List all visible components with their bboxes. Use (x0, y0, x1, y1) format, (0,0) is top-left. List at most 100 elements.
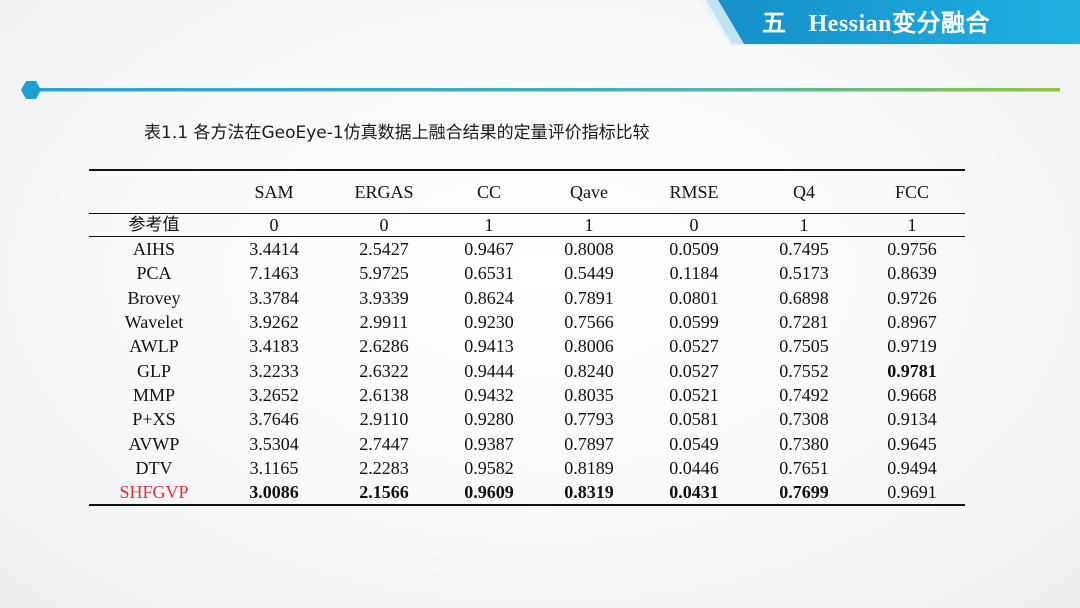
table-cell: 3.4414 (249, 239, 299, 260)
table-cell: 0.9230 (464, 312, 514, 333)
reference-value: 0 (219, 213, 329, 237)
section-title: 五 Hessian变分融合 (762, 6, 990, 40)
table-cell: 0.9494 (887, 457, 937, 478)
method-name: P+XS (132, 409, 176, 430)
table-row: P+XS 3.7646 2.9110 0.9280 0.7793 0.0581 … (89, 407, 965, 431)
table-cell: 0.0801 (669, 287, 719, 308)
column-header: Q4 (749, 169, 859, 214)
table-cell: 0.8967 (887, 312, 937, 333)
table-cell-best: 0.0431 (639, 479, 749, 507)
table-cell: 3.4183 (249, 336, 299, 357)
table-cell: 0.0527 (669, 336, 719, 357)
table-cell: 2.9110 (359, 409, 409, 430)
table-cell: 0.0549 (669, 433, 719, 454)
table-caption: 表1.1 各方法在GeoEye-1仿真数据上融合结果的定量评价指标比较 (144, 123, 650, 143)
table-cell: 0.8035 (564, 384, 614, 405)
column-header: ERGAS (329, 169, 439, 214)
header-banner: 五 Hessian变分融合 (700, 0, 1080, 46)
table-row: Brovey 3.3784 3.9339 0.8624 0.7891 0.080… (89, 286, 965, 310)
table-cell-best: 2.1566 (329, 479, 439, 507)
column-header: Qave (539, 169, 639, 214)
table-cell: 0.9726 (887, 287, 937, 308)
table-cell: 0.0527 (669, 360, 719, 381)
metrics-table-container: SAM ERGAS CC Qave RMSE Q4 FCC 参考值 0 0 1 … (89, 169, 965, 507)
reference-value: 1 (859, 213, 965, 237)
table-cell: 0.0446 (669, 457, 719, 478)
divider-line (30, 88, 1060, 92)
reference-value: 1 (749, 213, 859, 237)
table-cell: 0.9645 (887, 433, 937, 454)
table-cell: 2.6322 (359, 360, 409, 381)
table-cell: 3.1165 (249, 457, 299, 478)
reference-label: 参考值 (89, 213, 219, 237)
table-cell: 0.7308 (779, 409, 829, 430)
table-cell: 0.5173 (779, 263, 829, 284)
table-cell: 3.3784 (249, 287, 299, 308)
table-cell: 0.7897 (564, 433, 614, 454)
table-cell: 0.9467 (464, 239, 514, 260)
table-cell: 0.9280 (464, 409, 514, 430)
table-row: MMP 3.2652 2.6138 0.9432 0.8035 0.0521 0… (89, 383, 965, 407)
reference-value: 1 (439, 213, 539, 237)
table-cell: 3.5304 (249, 433, 299, 454)
table-cell: 0.0521 (669, 384, 719, 405)
table-cell: 0.0509 (669, 239, 719, 260)
table-cell: 0.7651 (779, 457, 829, 478)
table-cell: 0.8639 (887, 263, 937, 284)
table-row: AVWP 3.5304 2.7447 0.9387 0.7897 0.0549 … (89, 431, 965, 455)
method-name: Brovey (127, 287, 181, 308)
table-cell: 0.7552 (779, 360, 829, 381)
table-cell: 0.5449 (564, 263, 614, 284)
table-cell: 3.9339 (359, 287, 409, 308)
table-cell: 0.9432 (464, 384, 514, 405)
table-cell: 0.7495 (779, 239, 829, 260)
method-name: AIHS (132, 239, 175, 260)
table-cell-best: 3.0086 (219, 479, 329, 507)
table-cell: 0.8624 (464, 287, 514, 308)
table-cell: 3.7646 (249, 409, 299, 430)
title-divider (21, 81, 1060, 99)
table-row: Wavelet 3.9262 2.9911 0.9230 0.7566 0.05… (89, 310, 965, 334)
metrics-table: SAM ERGAS CC Qave RMSE Q4 FCC 参考值 0 0 1 … (89, 169, 965, 507)
table-cell: 7.1463 (249, 263, 299, 284)
method-name: Wavelet (124, 312, 184, 333)
table-cell: 0.8240 (564, 360, 614, 381)
column-header: CC (439, 169, 539, 214)
method-name: PCA (136, 263, 172, 284)
table-cell: 0.9691 (859, 479, 965, 507)
column-header: FCC (859, 169, 965, 214)
table-cell: 0.0599 (669, 312, 719, 333)
table-cell: 0.7891 (564, 287, 614, 308)
table-cell-best: 0.9609 (439, 479, 539, 507)
method-name: GLP (136, 360, 171, 381)
section-name: Hessian变分融合 (808, 11, 991, 37)
reference-value: 0 (329, 213, 439, 237)
table-row-proposed: SHFGVP 3.0086 2.1566 0.9609 0.8319 0.043… (89, 479, 965, 507)
method-name: AVWP (128, 433, 180, 454)
table-cell: 2.5427 (359, 239, 409, 260)
table-cell: 0.8189 (564, 457, 614, 478)
table-row: AIHS 3.4414 2.5427 0.9467 0.8008 0.0509 … (89, 237, 965, 262)
table-cell-best: 0.8319 (539, 479, 639, 507)
table-row: GLP 3.2233 2.6322 0.9444 0.8240 0.0527 0… (89, 358, 965, 382)
method-name: MMP (132, 384, 176, 405)
table-cell: 0.6531 (464, 263, 514, 284)
table-row: AWLP 3.4183 2.6286 0.9413 0.8006 0.0527 … (89, 334, 965, 358)
table-cell: 0.7505 (779, 336, 829, 357)
table-cell: 2.7447 (359, 433, 409, 454)
table-cell: 0.7492 (779, 384, 829, 405)
hexagon-icon (21, 81, 41, 99)
table-cell-best: 0.7699 (749, 479, 859, 507)
reference-value: 0 (639, 213, 749, 237)
table-cell: 0.9719 (887, 336, 937, 357)
table-cell: 0.7380 (779, 433, 829, 454)
table-cell: 0.7566 (564, 312, 614, 333)
table-cell: 2.6286 (359, 336, 409, 357)
method-name: DTV (135, 457, 173, 478)
table-row: PCA 7.1463 5.9725 0.6531 0.5449 0.1184 0… (89, 261, 965, 285)
reference-value: 1 (539, 213, 639, 237)
table-cell: 2.2283 (359, 457, 409, 478)
table-cell-best: 0.9781 (887, 360, 937, 381)
table-cell: 3.2652 (249, 384, 299, 405)
table-cell: 0.0581 (669, 409, 719, 430)
